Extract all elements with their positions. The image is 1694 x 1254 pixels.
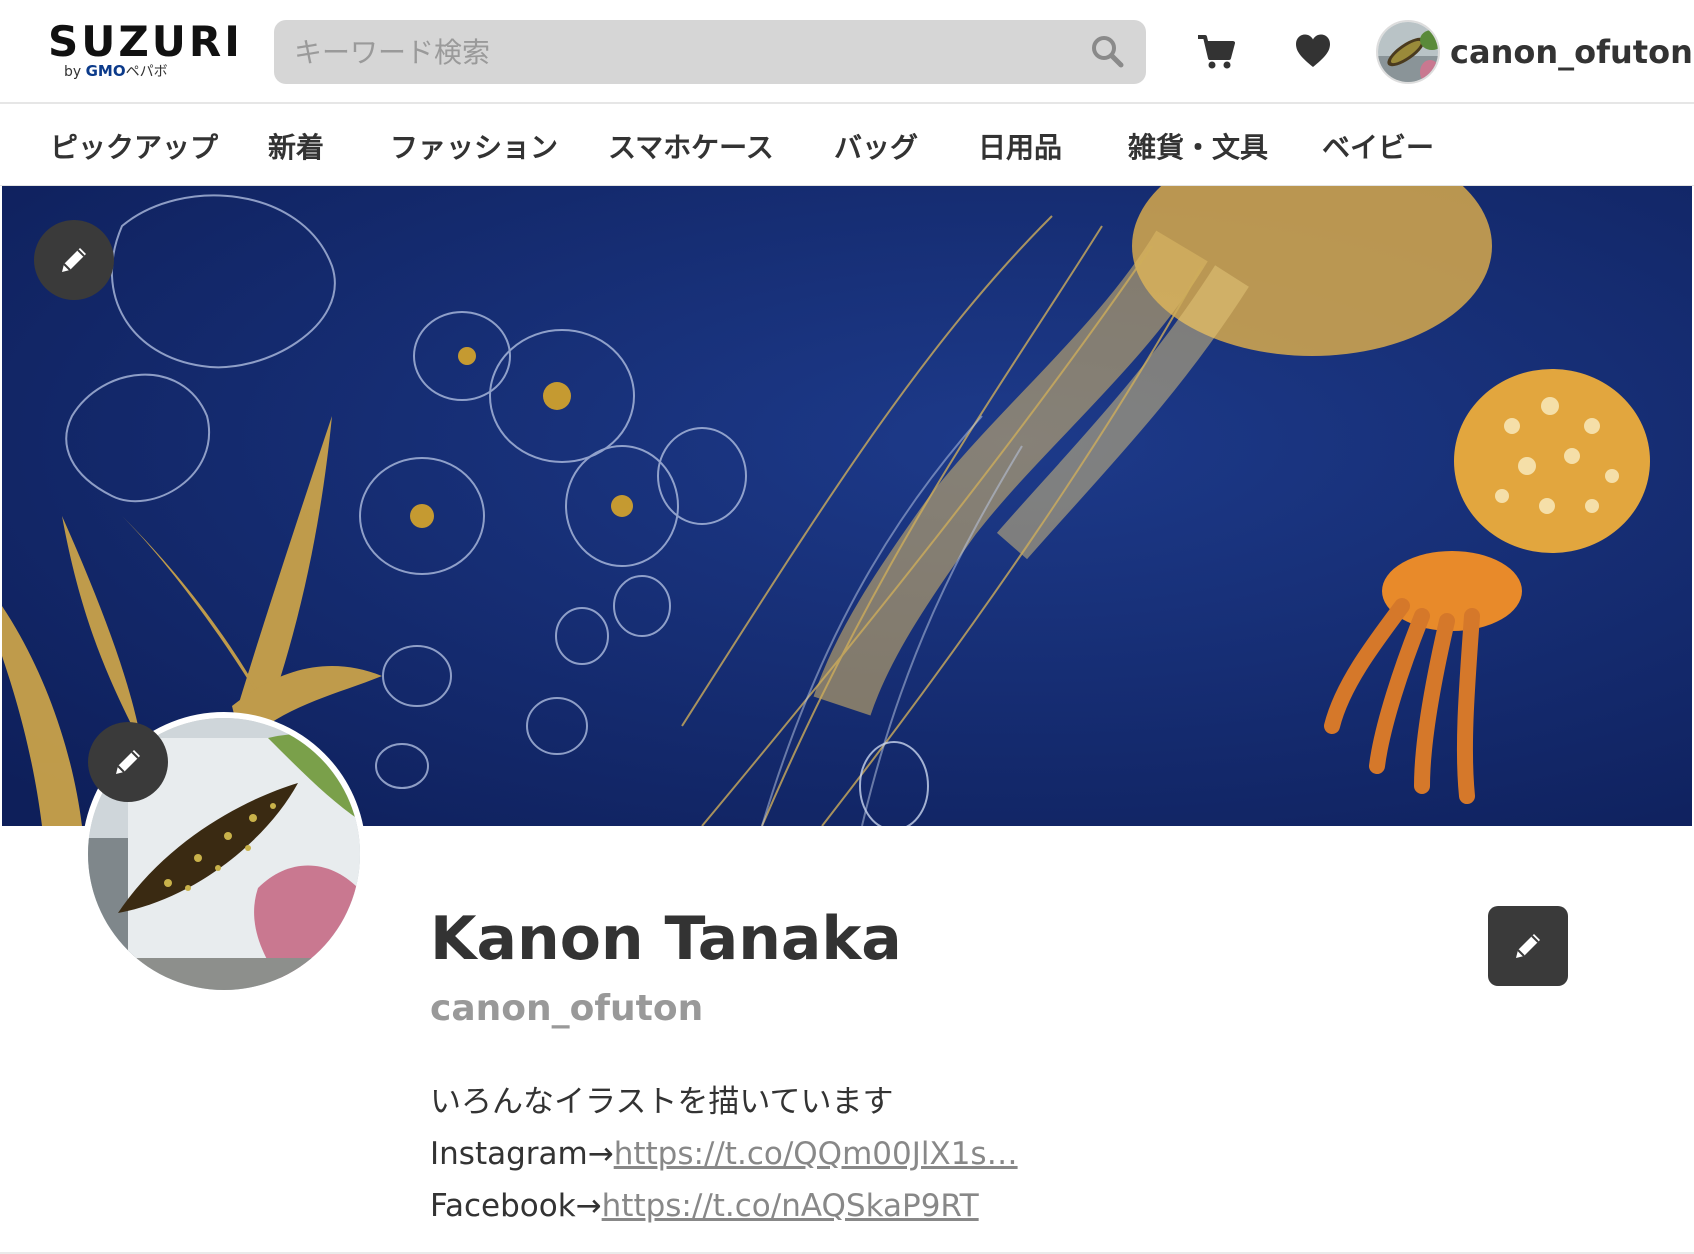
edit-profile-button[interactable] [1488, 906, 1568, 986]
facebook-label: Facebook→ [430, 1188, 602, 1224]
nav-item-fashion[interactable]: ファッション [390, 126, 558, 166]
nav-item-goods-stationery[interactable]: 雑貨・文具 [1128, 126, 1268, 166]
nav-item-bag[interactable]: バッグ [834, 126, 918, 166]
logo-pepabo: ペパボ [125, 64, 168, 80]
logo-wordmark: SUZURI [48, 17, 243, 66]
suzuri-logo[interactable]: SUZURI by GMOペパボ [48, 17, 243, 84]
pencil-icon [1516, 934, 1540, 958]
bio-instagram-line: Instagram→https://t.co/QQm00JlX1s… [430, 1128, 1018, 1180]
cart-icon[interactable] [1196, 32, 1236, 72]
header-username: canon_ofuton [1450, 33, 1693, 71]
bio-line: いろんなイラストを描いています [430, 1084, 894, 1120]
nav-item-baby[interactable]: ベイビー [1322, 126, 1434, 166]
profile-handle: canon_ofuton [430, 988, 704, 1029]
search-input[interactable] [274, 20, 1146, 84]
profile-display-name: Kanon Tanaka [430, 904, 902, 974]
edit-avatar-button[interactable] [88, 722, 168, 802]
profile-bio: いろんなイラストを描いています Instagram→https://t.co/Q… [430, 1076, 1018, 1232]
site-header: SUZURI by GMOペパボ canon_ofuton [0, 0, 1694, 104]
user-menu[interactable]: canon_ofuton [1376, 18, 1693, 86]
avatar [1376, 20, 1440, 84]
instagram-label: Instagram→ [430, 1136, 614, 1172]
category-nav: ピックアップ 新着 ファッション スマホケース バッグ 日用品 雑貨・文具 ベイ… [0, 104, 1694, 186]
search-icon[interactable] [1090, 34, 1124, 68]
nav-item-daily-goods[interactable]: 日用品 [978, 126, 1062, 166]
pencil-icon [62, 248, 86, 272]
nav-item-new[interactable]: 新着 [268, 126, 324, 166]
logo-gmo: GMO [85, 62, 126, 80]
nav-item-phone-case[interactable]: スマホケース [608, 126, 774, 166]
logo-by: by [64, 64, 82, 80]
edit-banner-button[interactable] [34, 220, 114, 300]
bio-facebook-line: Facebook→https://t.co/nAQSkaP9RT [430, 1180, 1018, 1232]
instagram-link[interactable]: https://t.co/QQm00JlX1s… [614, 1136, 1018, 1172]
nav-item-pickup[interactable]: ピックアップ [50, 126, 218, 166]
facebook-link[interactable]: https://t.co/nAQSkaP9RT [602, 1188, 979, 1224]
pencil-icon [116, 750, 140, 774]
heart-icon[interactable] [1294, 33, 1332, 69]
